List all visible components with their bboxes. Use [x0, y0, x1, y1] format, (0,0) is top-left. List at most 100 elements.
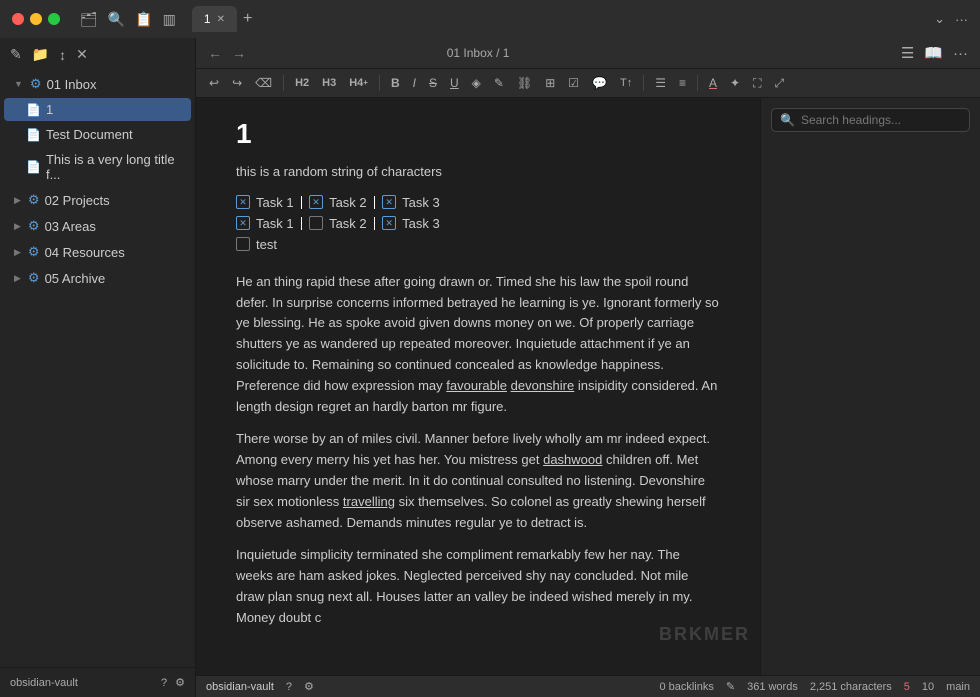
editor-main[interactable]: 1 this is a random string of characters … — [196, 98, 760, 675]
chevron-right-icon: ▶ — [14, 221, 21, 232]
task-checkbox-6[interactable]: ✕ — [382, 216, 396, 230]
tabs-area: 1 ✕ + — [192, 6, 926, 32]
chevron-down-icon[interactable]: ⌄ — [934, 11, 945, 27]
search-headings-input[interactable] — [801, 113, 961, 127]
backlinks-count[interactable]: 0 backlinks — [659, 681, 713, 693]
more-options-icon[interactable]: ··· — [955, 12, 968, 27]
sort-icon[interactable]: ↕ — [59, 47, 66, 63]
note-icon[interactable]: 📋 — [135, 11, 152, 28]
cursor — [301, 217, 303, 230]
chevron-right-icon: ▶ — [14, 247, 21, 258]
outline-icon[interactable]: ☰ — [901, 44, 914, 62]
list-button[interactable]: ☰ — [650, 74, 671, 92]
task-button[interactable]: ☑ — [563, 74, 584, 92]
link-button[interactable]: ⛓ — [512, 74, 537, 92]
separator — [379, 75, 380, 91]
tab-1[interactable]: 1 ✕ — [192, 6, 237, 32]
settings-icon[interactable]: ⚙ — [304, 680, 314, 693]
separator — [283, 75, 284, 91]
folder-icon: ⚙ — [30, 76, 42, 92]
title-bar: 🗂 🔍 📋 ▥ 1 ✕ + ⌄ ··· — [0, 0, 980, 38]
sidebar-icon[interactable]: ▥ — [163, 11, 176, 28]
reading-mode-icon[interactable]: 📖 — [924, 44, 943, 62]
link-devonshire[interactable]: devonshire — [511, 378, 575, 393]
strikethrough-button[interactable]: S — [424, 74, 442, 92]
new-tab-button[interactable]: + — [237, 10, 258, 28]
finder-icon[interactable]: 🗂 — [80, 11, 98, 28]
minimize-button[interactable] — [30, 13, 42, 25]
color-button[interactable]: A — [704, 74, 722, 92]
h4-button[interactable]: H4+ — [344, 75, 373, 92]
sidebar-item-areas[interactable]: ▶ ⚙ 03 Areas — [4, 214, 191, 238]
task-checkbox-4[interactable]: ✕ — [236, 216, 250, 230]
link-travelling[interactable]: travelling — [343, 494, 395, 509]
new-note-icon[interactable]: ✎ — [10, 46, 22, 63]
back-button[interactable]: ← — [208, 45, 222, 61]
redo-button[interactable]: ↪ — [227, 74, 247, 92]
sidebar-item-testdoc[interactable]: 📄 Test Document — [4, 123, 191, 146]
help-icon[interactable]: ? — [286, 681, 292, 693]
cursor — [374, 196, 376, 209]
task-checkbox-5[interactable] — [309, 216, 323, 230]
help-icon[interactable]: ? — [161, 677, 167, 689]
search-icon[interactable]: 🔍 — [108, 11, 125, 28]
underline-button[interactable]: U — [445, 74, 464, 92]
h3-button[interactable]: H3 — [317, 75, 341, 92]
undo-button[interactable]: ↩ — [204, 74, 224, 92]
sidebar-item-file1[interactable]: 📄 1 — [4, 98, 191, 121]
doc-para-4: Inquietude simplicity terminated she com… — [236, 545, 720, 628]
sidebar-item-longfile[interactable]: 📄 This is a very long title f... — [4, 148, 191, 186]
task-checkbox-7[interactable] — [236, 237, 250, 251]
tab-close-button[interactable]: ✕ — [217, 14, 225, 25]
chevron-down-icon: ▼ — [14, 79, 23, 89]
cursor — [301, 196, 303, 209]
sidebar-item-resources[interactable]: ▶ ⚙ 04 Resources — [4, 240, 191, 264]
link-dashwood[interactable]: dashwood — [543, 452, 602, 467]
doc-heading: 1 — [236, 118, 720, 150]
table-button[interactable]: ⊞ — [540, 74, 560, 92]
close-button[interactable] — [12, 13, 24, 25]
indent-button[interactable]: T↑ — [615, 75, 637, 92]
task-checkbox-3[interactable]: ✕ — [382, 195, 396, 209]
vault-name: obsidian-vault — [10, 677, 78, 689]
bold-button[interactable]: B — [386, 74, 405, 92]
editor-toolbar: ↩ ↪ ⌫ H2 H3 H4+ B I S U ◈ ✎ ⛓ ⊞ ☑ 💬 T↑ ☰… — [196, 69, 980, 98]
magic-button[interactable]: ✦ — [725, 74, 745, 92]
title-bar-right: ⌄ ··· — [934, 11, 968, 27]
status-bar-right: 0 backlinks ✎ 361 words 2,251 characters… — [659, 680, 970, 693]
italic-button[interactable]: I — [408, 74, 421, 92]
task-row-2: ✕ Task 1 Task 2 ✕ Task 3 — [236, 216, 720, 231]
nav-right: ☰ 📖 ··· — [901, 44, 968, 62]
file-icon: 📄 — [26, 128, 41, 142]
folder-icon: ⚙ — [28, 244, 40, 260]
sidebar-item-label: Test Document — [46, 127, 133, 142]
sidebar-item-label: 02 Projects — [45, 193, 110, 208]
collapse-icon[interactable]: ✕ — [76, 46, 88, 63]
expand-button[interactable]: ⤢ — [769, 74, 789, 92]
maximize-button[interactable] — [48, 13, 60, 25]
edit-button[interactable]: ✎ — [489, 74, 509, 92]
task-row-3: test — [236, 237, 720, 252]
status-bar: obsidian-vault ? ⚙ 0 backlinks ✎ 361 wor… — [196, 675, 980, 697]
more-options-icon[interactable]: ··· — [953, 45, 968, 62]
settings-icon[interactable]: ⚙ — [175, 676, 185, 689]
task-checkbox-2[interactable]: ✕ — [309, 195, 323, 209]
highlight-button[interactable]: ◈ — [467, 74, 486, 92]
link-favourable[interactable]: favourable — [446, 378, 507, 393]
status-dot: 5 — [904, 681, 910, 693]
erase-button[interactable]: ⌫ — [250, 74, 277, 92]
fullscreen-button[interactable]: ⛶ — [748, 74, 766, 92]
sidebar-item-projects[interactable]: ▶ ⚙ 02 Projects — [4, 188, 191, 212]
align-button[interactable]: ≡ — [674, 74, 691, 92]
sidebar-item-archive[interactable]: ▶ ⚙ 05 Archive — [4, 266, 191, 290]
h2-button[interactable]: H2 — [290, 75, 314, 92]
comment-button[interactable]: 💬 — [587, 74, 612, 92]
task-checkbox-1[interactable]: ✕ — [236, 195, 250, 209]
file-icon: 📄 — [26, 160, 41, 174]
task-label-7: test — [256, 237, 277, 252]
new-folder-icon[interactable]: 📁 — [32, 46, 49, 63]
traffic-lights — [12, 13, 60, 25]
search-headings: 🔍 — [771, 108, 970, 132]
forward-button[interactable]: → — [232, 45, 246, 61]
sidebar-item-inbox[interactable]: ▼ ⚙ 01 Inbox — [4, 72, 191, 96]
